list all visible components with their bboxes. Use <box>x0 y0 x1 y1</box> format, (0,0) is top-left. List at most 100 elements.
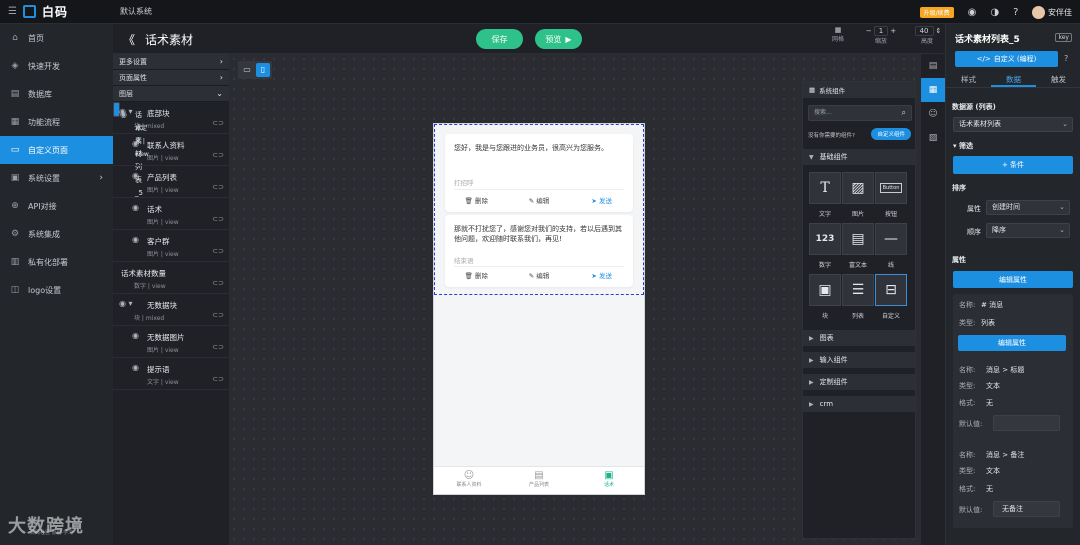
sidebar-item-api[interactable]: ⊕ API对接 <box>0 192 113 220</box>
edit-button[interactable]: ✎ 编辑 <box>508 195 571 205</box>
layer-item[interactable]: ◉ 产品列表 图片 | view ⊂⊃ <box>113 166 229 198</box>
upgrade-badge[interactable]: 升级/续费 <box>919 6 954 18</box>
link-icon[interactable]: ⊂⊃ <box>212 311 224 319</box>
richtext-component-tile[interactable]: ▤ <box>842 223 874 255</box>
link-icon[interactable]: ⊂⊃ <box>212 119 224 127</box>
dashboard-icon[interactable]: ◉ <box>968 7 977 18</box>
button-component-tile[interactable]: Button <box>875 172 907 204</box>
grid-control[interactable]: ▦ 网格 <box>832 26 844 43</box>
eye-icon[interactable]: ◑ <box>990 7 999 18</box>
edit-props-button[interactable]: 编辑属性 <box>953 271 1073 288</box>
custom-component-button[interactable]: 自定义组件 <box>871 128 911 140</box>
person-icon[interactable]: ☺ <box>921 102 945 126</box>
tab-trigger[interactable]: 触发 <box>1036 72 1080 87</box>
chart-components-header[interactable]: ▶ 图表 <box>803 330 915 346</box>
sidebar-item-settings[interactable]: ▣ 系统设置 › <box>0 164 113 192</box>
height-value[interactable]: 40 <box>914 26 934 36</box>
tab-data[interactable]: 数据 <box>991 72 1036 87</box>
menu-icon[interactable]: ☰ <box>8 6 17 17</box>
link-icon[interactable]: ⊂⊃ <box>212 279 224 287</box>
layer-item[interactable]: ◉ ▾ 无数据块块 | mixed ⊂⊃ <box>113 294 229 326</box>
link-icon[interactable]: ⊂⊃ <box>212 375 224 383</box>
help-icon[interactable]: ? <box>1064 54 1068 63</box>
edit-props-button-2[interactable]: 编辑属性 <box>958 335 1066 351</box>
sidebar-item-logo[interactable]: ◫ logo设置 <box>0 276 113 304</box>
tab-style[interactable]: 样式 <box>946 72 991 87</box>
add-condition-button[interactable]: + 条件 <box>953 156 1073 174</box>
layer-item[interactable]: ◉ 客户群 图片 | view ⊂⊃ <box>113 230 229 262</box>
list-component-tile[interactable]: ☰ <box>842 274 874 306</box>
height-control[interactable]: 40 ⇕ 高度 <box>912 26 942 45</box>
send-button[interactable]: ➤ 发送 <box>570 195 633 205</box>
eye-icon[interactable]: ◉ <box>132 171 139 180</box>
eye-icon[interactable]: ◉ ▾ <box>119 299 133 308</box>
link-icon[interactable]: ⊂⊃ <box>212 343 224 351</box>
eye-icon[interactable]: ◉ <box>132 235 139 244</box>
layer-item[interactable]: ◉ ▾ 底部块块 | mixed ⊂⊃ <box>113 102 229 134</box>
sort-order-select[interactable]: 降序 ⌄ <box>986 223 1070 238</box>
eye-icon[interactable]: ◉ <box>132 139 139 148</box>
back-button[interactable]: 《 <box>123 31 135 48</box>
sidebar-item-database[interactable]: ▤ 数据库 <box>0 80 113 108</box>
list-item[interactable]: 您好，我是与您跟进的业务员，很高兴为您服务。 打招呼 🗑 删除 ✎ 编辑 ➤ 发… <box>445 134 633 212</box>
more-settings-header[interactable]: 更多设置 › <box>113 54 229 70</box>
datasource-select[interactable]: 话术素材列表 ⌄ <box>953 117 1073 132</box>
default-value-input[interactable] <box>993 415 1060 431</box>
image-component-tile[interactable]: ▨ <box>842 172 874 204</box>
eye-icon[interactable]: ◉ <box>132 363 139 372</box>
custom-component-tile[interactable]: ⊟ <box>875 274 907 306</box>
user-menu[interactable]: 安伴佳 <box>1032 5 1072 19</box>
components-icon[interactable]: ▦ <box>921 78 945 102</box>
custom-components-header[interactable]: ▶ 定制组件 <box>803 374 915 390</box>
layer-item[interactable]: ◉ 提示语 文字 | view ⊂⊃ <box>113 358 229 390</box>
sort-field-select[interactable]: 创建时间 ⌄ <box>986 200 1070 215</box>
sidebar-item-quick-dev[interactable]: ◈ 快速开发 <box>0 52 113 80</box>
number-component-tile[interactable]: 123 <box>809 223 841 255</box>
basic-components-header[interactable]: ▼ 基础组件 <box>803 149 915 165</box>
zoom-value[interactable]: 1 <box>873 26 889 36</box>
save-button[interactable]: 保存 <box>476 29 523 49</box>
image-icon[interactable]: ▨ <box>921 126 945 150</box>
sidebar-item-flow[interactable]: ▦ 功能流程 <box>0 108 113 136</box>
sidebar-item-integration[interactable]: ⚙ 系统集成 <box>0 220 113 248</box>
help-icon[interactable]: ? <box>1013 7 1018 18</box>
crm-components-header[interactable]: ▶ crm <box>803 396 915 412</box>
link-icon[interactable]: ⊂⊃ <box>212 151 224 159</box>
zoom-control[interactable]: −1 + 缩放 <box>858 26 904 45</box>
zoom-plus-icon[interactable]: + <box>890 27 896 35</box>
preview-button[interactable]: 预览 ▶ <box>535 29 582 49</box>
default-value-input[interactable]: 无备注 <box>993 501 1060 517</box>
page-props-header[interactable]: 页面属性 › <box>113 70 229 86</box>
eye-icon[interactable]: ◉ <box>132 331 139 340</box>
sidebar-item-deploy[interactable]: ▥ 私有化部署 <box>0 248 113 276</box>
filter-toggle[interactable]: ▾ 筛选 <box>953 141 973 151</box>
layer-item[interactable]: 话术素材数量 数字 | view ⊂⊃ <box>113 262 229 294</box>
mobile-icon[interactable]: ▯ <box>256 63 270 77</box>
layer-item[interactable]: ◉ 无数据图片 图片 | view ⊂⊃ <box>113 326 229 358</box>
layers-header[interactable]: 图层 ⌄ <box>113 86 229 102</box>
sidebar-item-custom-page[interactable]: ▭ 自定义页面 <box>0 136 113 164</box>
block-component-tile[interactable]: ▣ <box>809 274 841 306</box>
send-button[interactable]: ➤ 发送 <box>570 270 633 280</box>
eye-icon[interactable]: ◉ ▾ <box>119 107 133 116</box>
tab-scripts[interactable]: ▣ 话术 <box>574 467 644 494</box>
delete-button[interactable]: 🗑 删除 <box>445 195 508 205</box>
link-icon[interactable]: ⊂⊃ <box>212 247 224 255</box>
link-icon[interactable]: ⊂⊃ <box>212 183 224 191</box>
tab-products[interactable]: ▤ 产品列表 <box>504 467 574 494</box>
layer-item[interactable]: ◉ 联系人资料 图片 | view ⊂⊃ <box>113 134 229 166</box>
text-component-tile[interactable]: T <box>809 172 841 204</box>
key-badge[interactable]: key <box>1055 33 1072 42</box>
phone-preview[interactable]: 您好，我是与您跟进的业务员，很高兴为您服务。 打招呼 🗑 删除 ✎ 编辑 ➤ 发… <box>433 123 645 495</box>
eye-icon[interactable]: ◉ <box>132 203 139 212</box>
zoom-minus-icon[interactable]: − <box>866 27 872 35</box>
line-component-tile[interactable]: — <box>875 223 907 255</box>
link-icon[interactable]: ⊂⊃ <box>212 215 224 223</box>
search-icon[interactable]: ⌕ <box>902 106 906 120</box>
clipboard-icon[interactable]: ▤ <box>921 54 945 78</box>
sidebar-item-home[interactable]: ⌂ 首页 <box>0 24 113 52</box>
input-components-header[interactable]: ▶ 输入组件 <box>803 352 915 368</box>
list-item[interactable]: 那就不打扰您了，感谢您对我们的支持，若以后遇到其他问题，欢迎随时联系我们，再见!… <box>445 215 633 287</box>
tab-contact[interactable]: ☺ 联系人资料 <box>434 467 504 494</box>
edit-button[interactable]: ✎ 编辑 <box>508 270 571 280</box>
